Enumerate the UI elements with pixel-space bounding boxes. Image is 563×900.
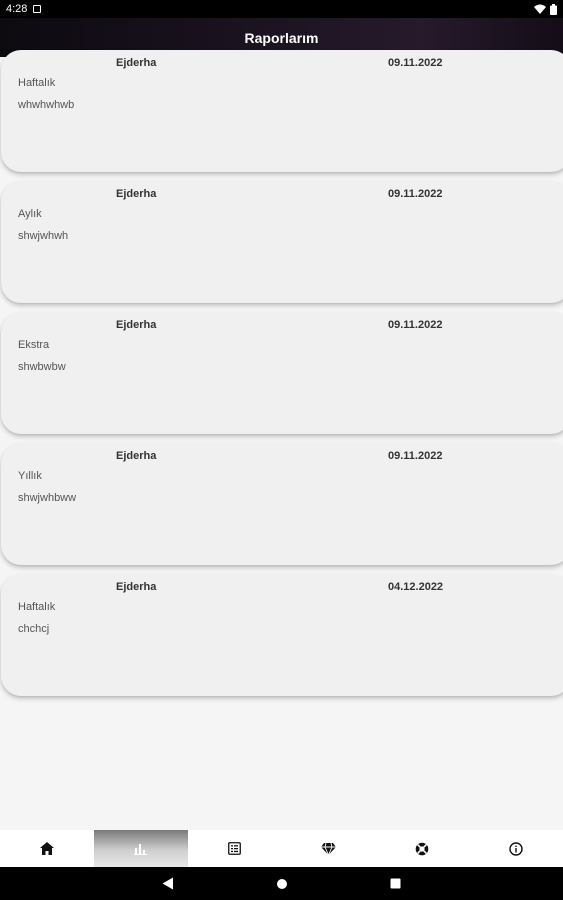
report-date: 09.11.2022 bbox=[388, 319, 443, 331]
report-date: 04.12.2022 bbox=[388, 581, 444, 593]
report-note: chchcj bbox=[18, 623, 50, 635]
report-note: whwhwhwb bbox=[18, 99, 75, 111]
report-name: Ejderha bbox=[116, 581, 157, 593]
status-time: 4:28 bbox=[6, 3, 28, 15]
report-date: 09.11.2022 bbox=[388, 450, 443, 462]
report-card[interactable]: Ejderha 09.11.2022 Haftalık whwhwhwb bbox=[1, 50, 563, 172]
report-name: Ejderha bbox=[116, 450, 157, 462]
nav-reports[interactable] bbox=[93, 830, 188, 867]
system-nav-bar bbox=[0, 867, 563, 900]
report-name: Ejderha bbox=[116, 57, 157, 69]
status-bar: 4:28 bbox=[0, 0, 563, 18]
report-date: 09.11.2022 bbox=[388, 57, 443, 69]
report-type: Haftalık bbox=[18, 77, 56, 89]
back-icon bbox=[162, 877, 173, 890]
page-title: Raporlarım bbox=[244, 29, 319, 46]
bottom-nav bbox=[0, 830, 563, 867]
nav-info[interactable] bbox=[469, 830, 563, 867]
nav-support[interactable] bbox=[375, 830, 469, 867]
notification-icon bbox=[33, 5, 42, 13]
nav-home[interactable] bbox=[0, 830, 94, 867]
recents-icon bbox=[390, 878, 401, 889]
info-icon bbox=[509, 841, 523, 856]
report-type: Haftalık bbox=[18, 601, 56, 613]
report-card[interactable]: Ejderha 04.12.2022 Haftalık chchcj bbox=[1, 574, 563, 696]
list-icon bbox=[228, 842, 241, 855]
system-back-button[interactable] bbox=[111, 877, 225, 890]
system-recents-button[interactable] bbox=[339, 878, 453, 889]
report-type: Ekstra bbox=[18, 339, 50, 351]
report-type: Yıllık bbox=[18, 470, 42, 482]
home-icon bbox=[39, 842, 54, 855]
bar-chart-icon bbox=[134, 843, 148, 855]
report-card[interactable]: Ejderha 09.11.2022 Yıllık shwjwhbww bbox=[1, 443, 563, 565]
support-icon bbox=[415, 842, 429, 855]
report-name: Ejderha bbox=[116, 319, 157, 331]
wifi-icon bbox=[534, 4, 546, 14]
report-note: shwjwhwh bbox=[18, 230, 69, 242]
report-card[interactable]: Ejderha 09.11.2022 Aylık shwjwhwh bbox=[1, 181, 563, 303]
nav-diamond[interactable] bbox=[281, 830, 375, 867]
system-home-button[interactable] bbox=[225, 878, 339, 890]
report-date: 09.11.2022 bbox=[388, 188, 443, 200]
diamond-icon bbox=[320, 842, 336, 855]
nav-list[interactable] bbox=[188, 830, 282, 867]
report-note: shwbwbw bbox=[18, 361, 66, 373]
report-card[interactable]: Ejderha 09.11.2022 Ekstra shwbwbw bbox=[1, 312, 563, 434]
report-type: Aylık bbox=[18, 208, 42, 220]
report-name: Ejderha bbox=[116, 188, 157, 200]
home-button-icon bbox=[276, 878, 287, 889]
battery-icon bbox=[550, 3, 557, 15]
report-note: shwjwhbww bbox=[18, 492, 77, 504]
